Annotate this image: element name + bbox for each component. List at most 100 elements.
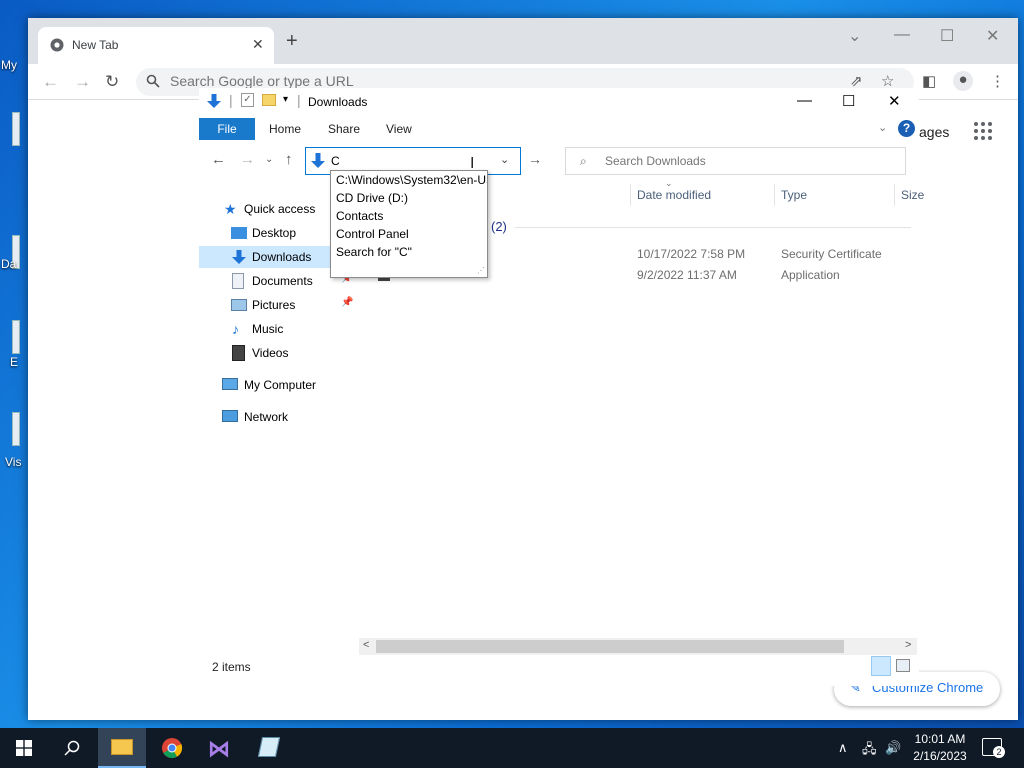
horizontal-scrollbar[interactable]: < > xyxy=(359,638,917,655)
start-button[interactable] xyxy=(0,728,48,768)
windows-logo-icon xyxy=(16,740,32,756)
column-divider[interactable] xyxy=(630,184,631,206)
show-hidden-icons-icon[interactable]: ∧ xyxy=(838,740,848,756)
visual-studio-taskbar-button[interactable]: ⋈ xyxy=(196,728,244,768)
tab-new-tab[interactable]: New Tab ✕ xyxy=(38,27,274,64)
sidebar-item-label: Network xyxy=(244,410,289,424)
maximize-button[interactable]: ☐ xyxy=(842,92,855,110)
downloads-arrow-icon xyxy=(311,153,325,168)
file-type: Security Certificate xyxy=(781,247,882,261)
scroll-left-icon[interactable]: < xyxy=(363,639,369,651)
autocomplete-item[interactable]: Control Panel xyxy=(336,227,409,241)
forward-button[interactable]: → xyxy=(240,151,255,168)
application-icon xyxy=(257,737,281,757)
new-folder-icon[interactable] xyxy=(262,94,276,106)
up-button[interactable]: ↑ xyxy=(285,151,293,168)
help-button[interactable]: ? xyxy=(898,120,915,137)
close-tab-icon[interactable]: ✕ xyxy=(252,36,264,53)
column-size[interactable]: Size xyxy=(901,188,924,202)
column-divider[interactable] xyxy=(894,184,895,206)
tab-home[interactable]: Home xyxy=(269,122,301,136)
group-divider xyxy=(515,227,911,228)
pictures-icon xyxy=(231,299,247,311)
pin-icon[interactable]: 📌 xyxy=(341,297,353,308)
address-input[interactable] xyxy=(331,154,481,168)
column-date-modified[interactable]: Date modified xyxy=(637,188,711,202)
text-cursor-icon: I xyxy=(470,155,475,172)
volume-icon[interactable]: 🔊 xyxy=(885,740,901,756)
file-date: 10/17/2022 7:58 PM xyxy=(637,247,746,261)
ntp-images-link[interactable]: ages xyxy=(919,124,949,140)
autocomplete-item[interactable]: C:\Windows\System32\en-US xyxy=(336,173,487,187)
omnibox-input[interactable] xyxy=(170,73,690,89)
profile-avatar-icon[interactable]: ● xyxy=(953,71,973,91)
back-button[interactable]: ← xyxy=(211,151,226,168)
sidebar-item-music[interactable]: ♪ Music xyxy=(199,318,364,340)
sidebar-item-my-computer[interactable]: My Computer xyxy=(199,374,364,396)
forward-button[interactable]: → xyxy=(74,72,91,92)
large-icons-view-icon[interactable] xyxy=(896,659,910,672)
network-status-icon[interactable]: 🖧 xyxy=(862,740,877,762)
scrollbar-thumb[interactable] xyxy=(376,640,844,653)
notifications-icon[interactable]: 2 xyxy=(982,738,1005,758)
taskbar: ⋈ ∧ 🖧 🔊 10:01 AM 2/16/2023 2 xyxy=(0,728,1024,768)
sidebar-item-pictures[interactable]: Pictures 📌 xyxy=(199,294,364,316)
autocomplete-item[interactable]: CD Drive (D:) xyxy=(336,191,408,205)
resize-grip-icon[interactable]: ⋰ xyxy=(477,266,485,275)
properties-checkbox-icon[interactable]: ✓ xyxy=(241,93,254,107)
search-button[interactable] xyxy=(48,728,96,768)
google-apps-icon[interactable] xyxy=(974,122,992,140)
maximize-button[interactable]: ☐ xyxy=(940,26,954,46)
desktop-icon-label[interactable]: My xyxy=(1,58,17,72)
expand-ribbon-icon[interactable]: ⌄ xyxy=(878,121,887,134)
new-tab-button[interactable]: + xyxy=(286,31,298,51)
scroll-right-icon[interactable]: > xyxy=(905,639,911,651)
tab-file[interactable]: File xyxy=(199,118,255,140)
file-explorer-taskbar-button[interactable] xyxy=(98,728,146,768)
minimize-button[interactable]: — xyxy=(894,26,910,44)
autocomplete-item[interactable]: Search for "C" xyxy=(336,245,412,259)
search-box[interactable]: ⌕ xyxy=(565,147,906,175)
clock[interactable]: 10:01 AM 2/16/2023 xyxy=(900,731,980,765)
minimize-button[interactable]: — xyxy=(797,92,812,109)
visual-studio-icon: ⋈ xyxy=(208,736,230,761)
desktop-icon-label[interactable]: Vis xyxy=(5,455,21,469)
details-view-icon[interactable] xyxy=(871,656,891,676)
search-input[interactable] xyxy=(605,154,885,168)
recent-locations-icon[interactable]: ⌄ xyxy=(265,154,273,165)
tab-search-icon[interactable]: ⌄ xyxy=(848,26,861,46)
close-window-button[interactable]: ✕ xyxy=(986,26,999,46)
column-type[interactable]: Type xyxy=(781,188,807,202)
more-menu-icon[interactable]: ⋮ xyxy=(990,72,1005,90)
tab-strip: New Tab ✕ + ⌄ — ☐ ✕ xyxy=(28,18,1018,64)
desktop-icon-label[interactable]: E xyxy=(10,355,18,369)
ribbon: File Home Share View ⌄ ? xyxy=(199,118,919,140)
go-button[interactable]: → xyxy=(528,151,542,167)
autocomplete-item[interactable]: Contacts xyxy=(336,209,383,223)
back-button[interactable]: ← xyxy=(42,72,59,92)
desktop-icon-label[interactable]: Da xyxy=(1,257,16,271)
network-icon xyxy=(222,410,238,422)
sidebar-item-network[interactable]: Network xyxy=(199,406,364,428)
reload-button[interactable]: ↻ xyxy=(105,72,119,92)
chrome-logo-icon xyxy=(162,738,183,758)
close-window-button[interactable]: ✕ xyxy=(888,92,901,110)
sidebar-item-videos[interactable]: Videos xyxy=(199,342,364,364)
quick-access-dropdown-icon[interactable]: ▾ xyxy=(283,94,288,105)
clock-time: 10:01 AM xyxy=(914,732,966,746)
divider: | xyxy=(297,92,301,108)
chrome-taskbar-button[interactable] xyxy=(148,728,196,768)
side-panel-icon[interactable]: ◧ xyxy=(922,72,936,90)
desktop-icon[interactable] xyxy=(12,412,20,446)
desktop-icon[interactable] xyxy=(12,112,20,146)
tab-view[interactable]: View xyxy=(386,122,412,136)
app-taskbar-button[interactable] xyxy=(246,728,294,768)
desktop-icon xyxy=(231,227,247,239)
tab-share[interactable]: Share xyxy=(328,122,360,136)
column-divider[interactable] xyxy=(774,184,775,206)
sidebar-item-label: Pictures xyxy=(252,298,296,312)
music-note-icon: ♪ xyxy=(232,321,239,337)
address-dropdown-icon[interactable]: ⌄ xyxy=(500,153,509,166)
sidebar-item-label: Documents xyxy=(252,274,313,288)
desktop-icon[interactable] xyxy=(12,320,20,354)
